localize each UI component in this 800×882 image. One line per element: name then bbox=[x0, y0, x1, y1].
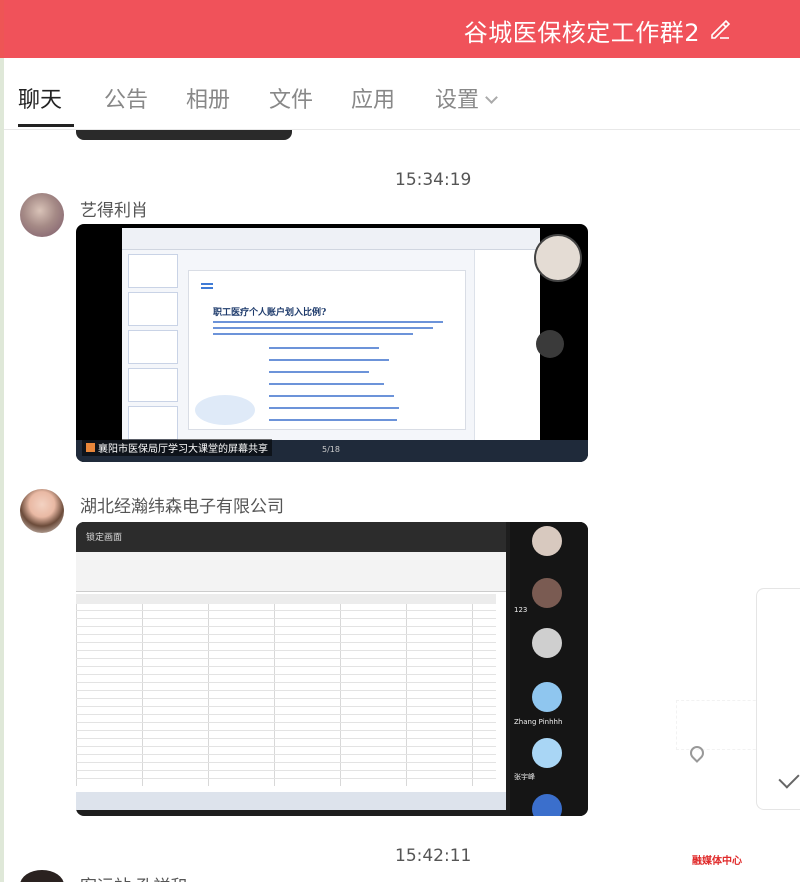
sender-name[interactable]: 艺得利肖 bbox=[80, 196, 148, 221]
share-top-strip: 锁定画面 bbox=[76, 522, 506, 552]
watermark-text: 融媒体中心 bbox=[692, 856, 742, 867]
slide-text-line bbox=[269, 347, 379, 349]
slide-text-line bbox=[269, 419, 397, 421]
slide-title: 职工医疗个人账户划入比例? bbox=[213, 308, 327, 318]
tab-announcement[interactable]: 公告 bbox=[104, 82, 148, 114]
edit-icon[interactable] bbox=[708, 17, 732, 41]
slide-thumbnail bbox=[128, 292, 178, 326]
slide-thumbnail bbox=[128, 368, 178, 402]
slide-thumbnail bbox=[128, 406, 178, 440]
slide-text-line bbox=[269, 359, 389, 361]
slide-text-line bbox=[213, 327, 433, 329]
title-bar-fragment bbox=[154, 0, 198, 2]
participant-name: 123 bbox=[514, 606, 528, 614]
tab-files[interactable]: 文件 bbox=[269, 82, 313, 114]
watermark-faint bbox=[676, 700, 766, 750]
presentation-screen: 职工医疗个人账户划入比例? bbox=[122, 228, 540, 454]
shared-screen-image[interactable]: 锁定画面 123 Zhang Pinhhh 张宇峰 bbox=[76, 522, 588, 816]
group-title: 谷城医保核定工作群2 bbox=[463, 19, 700, 47]
windows-taskbar bbox=[76, 792, 506, 810]
slide-text-line bbox=[269, 407, 399, 409]
slide-text-line bbox=[269, 371, 369, 373]
avatar[interactable] bbox=[20, 489, 64, 533]
share-icon bbox=[86, 443, 95, 452]
spreadsheet-column-header bbox=[76, 594, 496, 604]
slide-page-indicator: 5/18 bbox=[322, 445, 340, 454]
participant-camera bbox=[532, 794, 562, 816]
spreadsheet-ribbon bbox=[76, 552, 506, 592]
tab-bar: 聊天 公告 相册 文件 应用 设置 bbox=[4, 58, 800, 130]
slide-text-line bbox=[213, 321, 443, 323]
slide-text-line bbox=[213, 333, 413, 335]
avatar[interactable] bbox=[20, 870, 64, 882]
participant-name: Zhang Pinhhh bbox=[514, 718, 563, 726]
tab-album[interactable]: 相册 bbox=[186, 82, 230, 114]
tab-settings[interactable]: 设置 bbox=[435, 82, 498, 114]
sender-name[interactable]: 客运站 孔祥和 bbox=[80, 872, 187, 882]
spreadsheet-grid bbox=[76, 594, 496, 786]
message-timestamp: 15:34:19 bbox=[395, 170, 472, 190]
participant-camera bbox=[532, 526, 562, 556]
slide-text-line bbox=[269, 395, 394, 397]
participant-camera bbox=[532, 628, 562, 658]
active-tab-indicator bbox=[18, 124, 74, 127]
slide-menu-icon bbox=[201, 283, 213, 289]
microphone-icon bbox=[536, 330, 564, 358]
tab-apps[interactable]: 应用 bbox=[351, 82, 395, 114]
previous-message-bubble[interactable] bbox=[76, 130, 292, 140]
sender-name[interactable]: 湖北经瀚纬森电子有限公司 bbox=[80, 492, 284, 517]
avatar[interactable] bbox=[20, 193, 64, 237]
slide-thumbnails bbox=[128, 254, 180, 444]
current-slide: 职工医疗个人账户划入比例? bbox=[188, 270, 466, 430]
chat-window: 谷城医保核定工作群2 聊天 公告 相册 文件 应用 设置 15:34:19 艺得… bbox=[0, 0, 800, 882]
spreadsheet-screen bbox=[76, 552, 506, 810]
slide-thumbnail bbox=[128, 254, 178, 288]
screen-share-label: 襄阳市医保局厅学习大课堂的屏幕共享 bbox=[82, 439, 272, 456]
shared-screen-image[interactable]: 职工医疗个人账户划入比例? 襄阳市医保局厅学习大课堂的屏幕共享 5/18 bbox=[76, 224, 588, 462]
tab-settings-label: 设置 bbox=[435, 88, 480, 113]
tab-chat[interactable]: 聊天 bbox=[18, 82, 62, 114]
message-timestamp: 15:42:11 bbox=[395, 846, 472, 866]
slide-thumbnail bbox=[128, 330, 178, 364]
participant-camera bbox=[532, 578, 562, 608]
participant-name: 张宇峰 bbox=[514, 773, 535, 781]
lock-view-label: 锁定画面 bbox=[86, 533, 123, 543]
window-left-edge bbox=[0, 0, 4, 882]
participant-camera bbox=[532, 738, 562, 768]
chevron-down-icon bbox=[485, 91, 498, 104]
slide-decoration bbox=[195, 395, 255, 425]
title-bar: 谷城医保核定工作群2 bbox=[4, 0, 800, 58]
participant-camera bbox=[532, 682, 562, 712]
presentation-side-panel bbox=[474, 250, 540, 454]
presentation-toolbar bbox=[122, 228, 540, 250]
slide-text-line bbox=[269, 383, 384, 385]
participant-camera bbox=[534, 234, 582, 282]
screen-share-label-text: 襄阳市医保局厅学习大课堂的屏幕共享 bbox=[98, 444, 268, 455]
